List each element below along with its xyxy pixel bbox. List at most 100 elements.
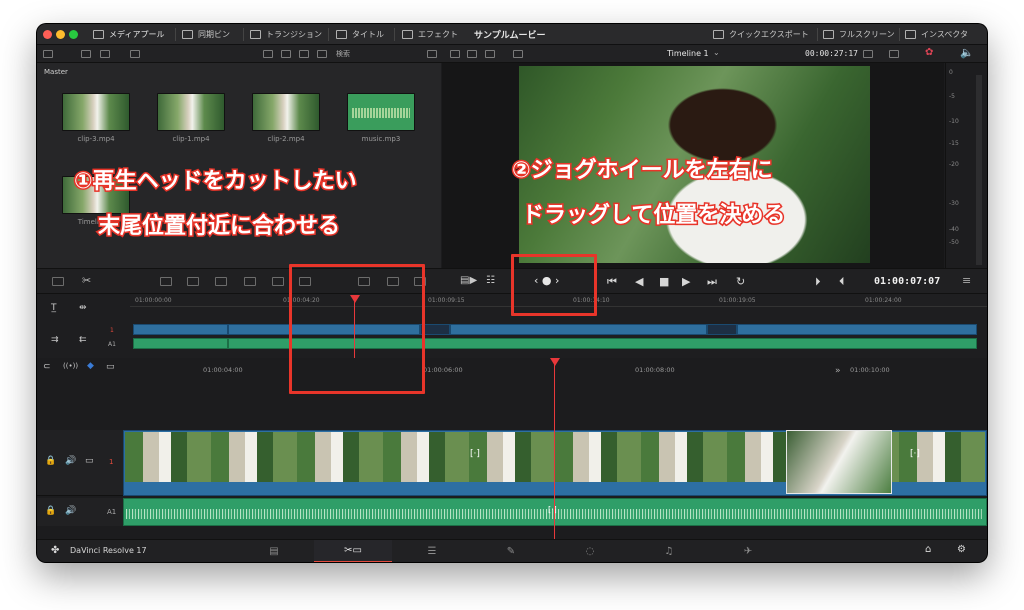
search-field[interactable]: 検索: [336, 49, 350, 59]
grid-view-icon[interactable]: [281, 50, 291, 58]
level-bar: [976, 75, 982, 265]
edit-point-icon[interactable]: [·]: [548, 505, 557, 514]
audio-clip[interactable]: [133, 338, 228, 349]
inspector-button[interactable]: インスペクタ: [905, 27, 968, 42]
audio-icon[interactable]: 🔊: [65, 506, 76, 516]
transitions-icon: [250, 30, 261, 39]
tab-color[interactable]: ◌: [551, 540, 629, 562]
sync-bin-button[interactable]: 同期ビン: [182, 27, 230, 42]
transitions-button[interactable]: トランジション: [250, 27, 322, 42]
annotation-text-2a: ②ジョグホイールを左右に: [511, 157, 775, 185]
edit-point-icon[interactable]: [·]: [470, 449, 480, 459]
loop-icon[interactable]: ↻: [736, 275, 745, 288]
track-height-icon[interactable]: ⇇: [79, 335, 87, 345]
mixer-icon[interactable]: ☷: [486, 275, 495, 286]
tab-media[interactable]: ▤: [235, 540, 313, 562]
dual-viewer-icon[interactable]: [485, 50, 495, 58]
video-clip[interactable]: [450, 324, 707, 335]
close-up-icon[interactable]: [244, 277, 256, 286]
tab-deliver[interactable]: ✈: [709, 540, 787, 562]
stop-button[interactable]: ■: [659, 275, 669, 288]
ripple-overwrite-icon[interactable]: [215, 277, 227, 286]
go-to-end-button[interactable]: ⏭: [707, 275, 717, 289]
place-on-top-icon[interactable]: [272, 277, 284, 286]
media-pool-button[interactable]: メディアプール: [93, 27, 164, 42]
tab-edit[interactable]: ☰: [393, 540, 471, 562]
media-clip-thumbnail[interactable]: [157, 93, 225, 131]
edit-point-icon[interactable]: [·]: [910, 449, 920, 459]
play-button[interactable]: ▶: [682, 275, 690, 288]
minimize-window-button[interactable]: [56, 30, 65, 39]
media-clip-thumbnail[interactable]: [252, 93, 320, 131]
video-clip[interactable]: [133, 324, 228, 335]
duration-timecode: 00:00:27:17: [805, 49, 858, 58]
lower-playhead-marker[interactable]: [550, 358, 560, 366]
audio-track[interactable]: [·]: [123, 498, 987, 526]
audio-icon[interactable]: 🔊: [65, 456, 76, 466]
audio-scrub-icon[interactable]: ((•)): [63, 362, 78, 370]
import-folder-icon[interactable]: [100, 50, 110, 58]
source-viewer-icon[interactable]: [450, 50, 460, 58]
tab-fairlight[interactable]: ♫: [630, 540, 708, 562]
previous-edit-button[interactable]: ⏴: [839, 275, 845, 289]
smart-insert-icon[interactable]: [160, 277, 172, 286]
quick-export-button[interactable]: クイックエクスポート: [713, 27, 809, 42]
clip-name: clip-3.mp4: [77, 135, 115, 143]
media-clip-thumbnail[interactable]: [62, 93, 130, 131]
clip-tools-icon[interactable]: [863, 50, 873, 58]
audio-track-header: 🔒 🔊 A1: [37, 498, 123, 526]
timeline-viewer-icon[interactable]: [467, 50, 477, 58]
color-palette-icon[interactable]: ✿: [925, 47, 933, 58]
transform-icon[interactable]: [889, 50, 899, 58]
panel-toggle-icon[interactable]: [43, 50, 53, 58]
gear-icon[interactable]: ⚙: [957, 544, 966, 555]
go-to-start-button[interactable]: ⏮: [607, 275, 617, 289]
track-tools-icon[interactable]: T̲: [51, 303, 57, 313]
source-tape-icon[interactable]: ▤▶: [460, 275, 477, 286]
fullscreen-button[interactable]: フルスクリーン: [823, 27, 895, 42]
tab-fusion[interactable]: ✎: [472, 540, 550, 562]
flag-icon[interactable]: ▭: [106, 362, 115, 372]
menu-icon[interactable]: ≡: [962, 274, 971, 287]
titles-icon: [336, 30, 347, 39]
close-window-button[interactable]: [43, 30, 52, 39]
titles-button[interactable]: タイトル: [336, 27, 384, 42]
video-track[interactable]: [·] [·]: [123, 430, 987, 496]
thumbnail-view-icon[interactable]: [263, 50, 273, 58]
safe-area-icon[interactable]: [513, 50, 523, 58]
next-edit-button[interactable]: ⏵: [815, 275, 821, 289]
chevron-down-icon[interactable]: »: [835, 366, 841, 376]
append-icon[interactable]: [187, 277, 199, 286]
timeline-selector[interactable]: Timeline 1: [667, 49, 709, 58]
video-clip[interactable]: [737, 324, 977, 335]
snap-icon[interactable]: ⊂: [43, 362, 51, 372]
home-icon[interactable]: ⌂: [925, 544, 931, 555]
insert-track-icon[interactable]: ⇉: [51, 335, 59, 345]
video-clip-selected[interactable]: [707, 324, 737, 335]
lower-playhead-line[interactable]: [554, 360, 555, 539]
speaker-icon[interactable]: 🔈: [960, 46, 974, 59]
tab-cut[interactable]: ✂▭: [314, 540, 392, 562]
annotation-text-1a: ①再生ヘッドをカットしたい: [73, 168, 359, 196]
fullscreen-icon: [823, 30, 834, 39]
trim-mode-icon[interactable]: ⇹: [79, 303, 87, 313]
scissors-icon[interactable]: ✂: [82, 274, 91, 287]
play-reverse-button[interactable]: ◀: [635, 275, 643, 288]
marker-icon[interactable]: ◆: [87, 361, 94, 371]
effects-button[interactable]: エフェクト: [402, 27, 458, 42]
lock-icon[interactable]: 🔒: [45, 506, 56, 516]
clip-name: clip-2.mp4: [267, 135, 305, 143]
import-media-icon[interactable]: [81, 50, 91, 58]
strip-view-icon[interactable]: [299, 50, 309, 58]
video-monitor-icon[interactable]: ▭: [85, 456, 94, 466]
link-icon[interactable]: [130, 50, 140, 58]
zoom-window-button[interactable]: [69, 30, 78, 39]
chevron-down-icon[interactable]: ⌄: [713, 48, 720, 57]
sort-icon[interactable]: [427, 50, 437, 58]
annotation-text-1b: 末尾位置付近に合わせる: [96, 213, 341, 241]
selected-clip[interactable]: [786, 430, 892, 494]
list-view-icon[interactable]: [317, 50, 327, 58]
tools-icon[interactable]: [52, 277, 64, 286]
audio-clip-thumbnail[interactable]: [347, 93, 415, 131]
lock-icon[interactable]: 🔒: [45, 456, 56, 466]
